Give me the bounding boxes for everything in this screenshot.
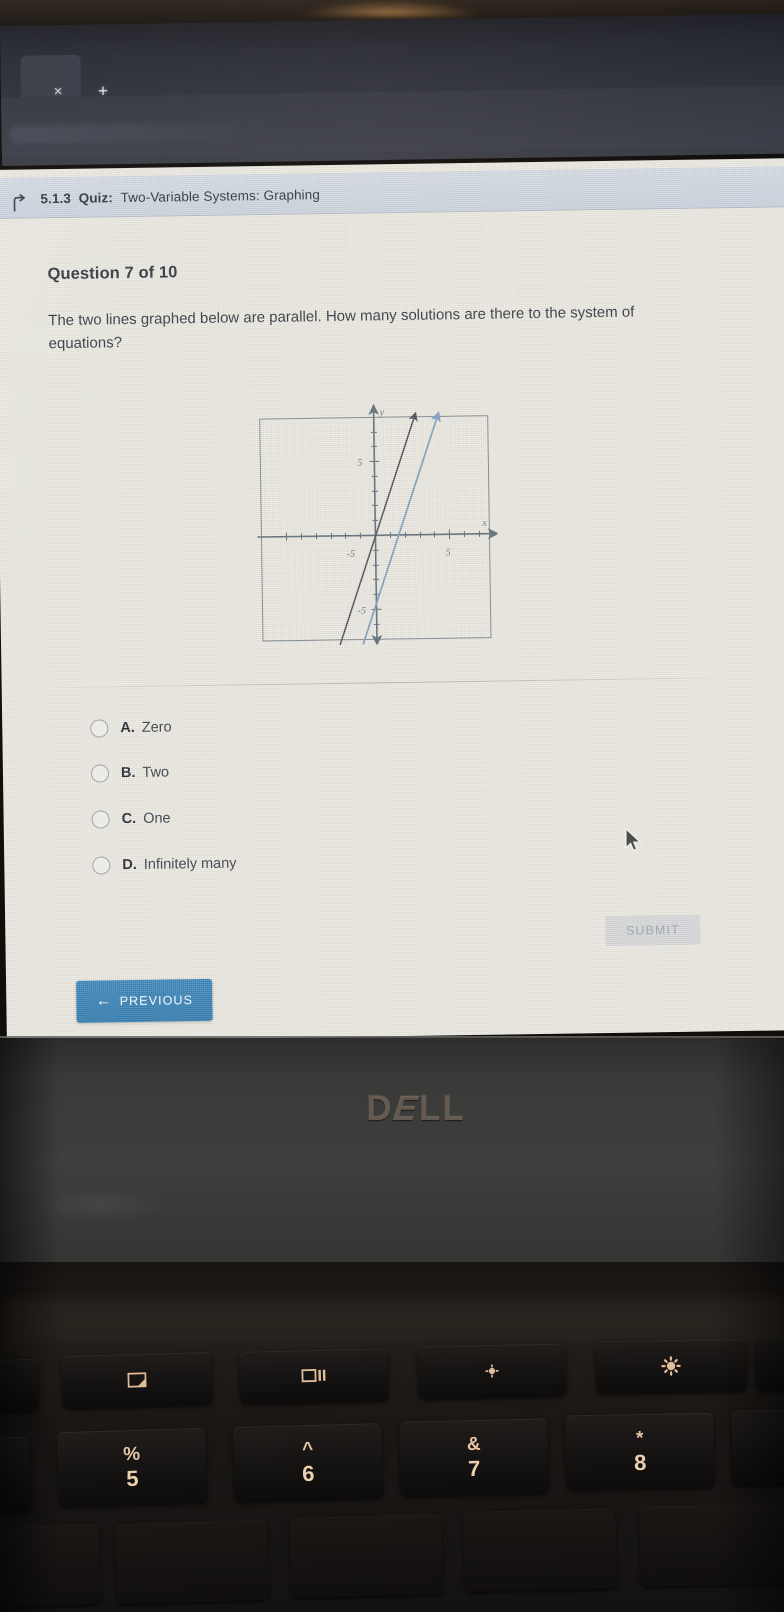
- option-c-label: One: [143, 810, 171, 827]
- letter-key-partial-5[interactable]: [639, 1503, 784, 1587]
- project-key[interactable]: [239, 1348, 389, 1404]
- key-8-digit: 8: [633, 1449, 647, 1475]
- laptop-bezel: [0, 1038, 784, 1268]
- previous-button-label: PREVIOUS: [119, 993, 194, 1009]
- function-key-partial-left[interactable]: [0, 1358, 39, 1414]
- lesson-header-text: 5.1.3 Quiz: Two-Variable Systems: Graphi…: [40, 187, 320, 213]
- dell-logo-ll: LL: [418, 1089, 466, 1128]
- lesson-title: Two-Variable Systems: Graphing: [120, 187, 321, 206]
- brightness-down-key[interactable]: [417, 1343, 567, 1399]
- option-c[interactable]: C. One: [91, 803, 171, 834]
- option-b-letter: B.: [120, 764, 136, 782]
- browser-toolbar: [1, 85, 784, 158]
- brightness-low-icon: [483, 1362, 501, 1380]
- brightness-high-icon: [659, 1354, 683, 1378]
- letter-key-partial-4[interactable]: [463, 1508, 617, 1592]
- number-key-7[interactable]: & 7: [399, 1418, 549, 1496]
- option-b[interactable]: B. Two: [90, 757, 170, 788]
- radio-button-a[interactable]: [90, 719, 109, 738]
- project-icon: [301, 1368, 327, 1385]
- option-d-letter: D.: [122, 856, 137, 874]
- brightness-up-key[interactable]: [595, 1338, 747, 1394]
- lesson-header-bar: 5.1.3 Quiz: Two-Variable Systems: Graphi…: [0, 166, 784, 219]
- display-icon: [126, 1371, 148, 1390]
- option-b-label: Two: [142, 764, 170, 781]
- question-counter: Question 7 of 10: [47, 263, 178, 284]
- letter-key-partial-1[interactable]: [0, 1523, 102, 1609]
- lesson-number: 5.1.3: [40, 190, 72, 207]
- section-divider: [65, 677, 712, 688]
- ambient-light-glow: [300, 0, 480, 16]
- mouse-cursor: [624, 828, 644, 854]
- svg-text:-5: -5: [358, 606, 367, 617]
- number-key-8[interactable]: * 8: [565, 1412, 715, 1490]
- key-5-digit: 5: [125, 1465, 139, 1491]
- option-d-label: Infinitely many: [143, 855, 237, 873]
- dell-logo: D E LL: [341, 1086, 491, 1132]
- laptop-keyboard: % 5 ^ 6 & 7 * 8: [0, 1330, 784, 1612]
- key-6-symbol: ^: [301, 1438, 314, 1460]
- option-a-letter: A.: [120, 719, 135, 737]
- function-key-partial-right[interactable]: [755, 1337, 784, 1391]
- number-key-6[interactable]: ^ 6: [233, 1423, 383, 1501]
- submit-button[interactable]: SUBMIT: [605, 914, 701, 947]
- browser-chrome: × +: [0, 13, 784, 166]
- letter-key-partial-2[interactable]: [114, 1519, 270, 1605]
- key-7-symbol: &: [466, 1433, 481, 1455]
- number-key-5[interactable]: % 5: [56, 1427, 208, 1507]
- number-key-partial-right[interactable]: [731, 1409, 784, 1485]
- display-toggle-key[interactable]: [61, 1351, 213, 1409]
- key-6-digit: 6: [301, 1460, 315, 1486]
- previous-button[interactable]: ← PREVIOUS: [76, 978, 213, 1023]
- quiz-page: 5.1.3 Quiz: Two-Variable Systems: Graphi…: [0, 158, 784, 1042]
- coordinate-graph: -5 5 5 -5 y x: [255, 398, 500, 647]
- left-arrow-icon: ←: [95, 992, 112, 1010]
- key-5-symbol: %: [122, 1443, 141, 1465]
- option-d[interactable]: D. Infinitely many: [92, 848, 237, 880]
- question-prompt: The two lines graphed below are parallel…: [48, 303, 635, 353]
- svg-text:5: 5: [446, 547, 451, 558]
- number-key-partial-left[interactable]: [0, 1436, 32, 1514]
- bezel-reflection: [30, 1190, 170, 1220]
- radio-button-c[interactable]: [91, 810, 110, 829]
- option-a[interactable]: A. Zero: [90, 712, 172, 743]
- svg-text:y: y: [379, 407, 385, 418]
- graph-svg: -5 5 5 -5 y x: [255, 403, 500, 647]
- svg-text:5: 5: [357, 458, 362, 469]
- laptop-screen-photo: × + 5.1.3 Quiz: Two-Variable Systems: Gr…: [0, 0, 784, 1612]
- key-8-symbol: *: [635, 1427, 644, 1449]
- lesson-type-label: Quiz:: [78, 190, 114, 206]
- radio-button-d[interactable]: [92, 856, 111, 875]
- radio-button-b[interactable]: [90, 764, 110, 783]
- option-c-letter: C.: [121, 810, 137, 828]
- svg-text:x: x: [481, 518, 487, 529]
- letter-key-partial-3[interactable]: [288, 1514, 444, 1598]
- svg-text:-5: -5: [347, 549, 356, 560]
- option-a-label: Zero: [141, 719, 172, 736]
- key-7-digit: 7: [467, 1455, 481, 1481]
- back-arrow-icon[interactable]: [8, 193, 28, 213]
